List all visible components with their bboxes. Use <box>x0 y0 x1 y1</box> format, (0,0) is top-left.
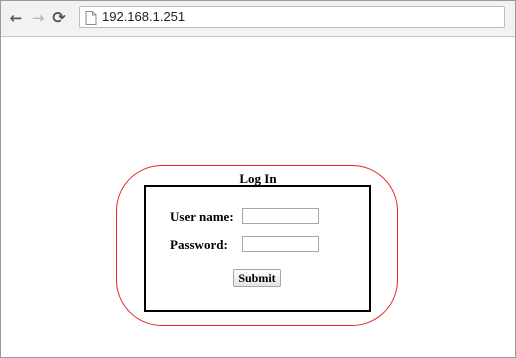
login-title: Log In <box>239 171 277 186</box>
page-icon <box>85 11 97 25</box>
page-viewport: Log In User name: Password: Submit <box>1 37 515 357</box>
password-input[interactable] <box>242 236 319 252</box>
url-text[interactable]: 192.168.1.251 <box>102 9 185 25</box>
username-label: User name: <box>170 209 234 224</box>
browser-window: ← → ⟳ 192.168.1.251 Log In User name: Pa… <box>0 0 516 358</box>
address-bar[interactable]: 192.168.1.251 <box>79 6 505 28</box>
password-label: Password: <box>170 237 228 252</box>
back-arrow-icon[interactable]: ← <box>8 9 24 27</box>
forward-arrow-icon[interactable]: → <box>30 9 46 27</box>
username-input[interactable] <box>242 208 319 224</box>
login-form: User name: Password: Submit <box>144 185 371 312</box>
submit-button[interactable]: Submit <box>233 269 281 287</box>
reload-icon[interactable]: ⟳ <box>51 9 67 27</box>
browser-toolbar: ← → ⟳ 192.168.1.251 <box>1 1 515 37</box>
